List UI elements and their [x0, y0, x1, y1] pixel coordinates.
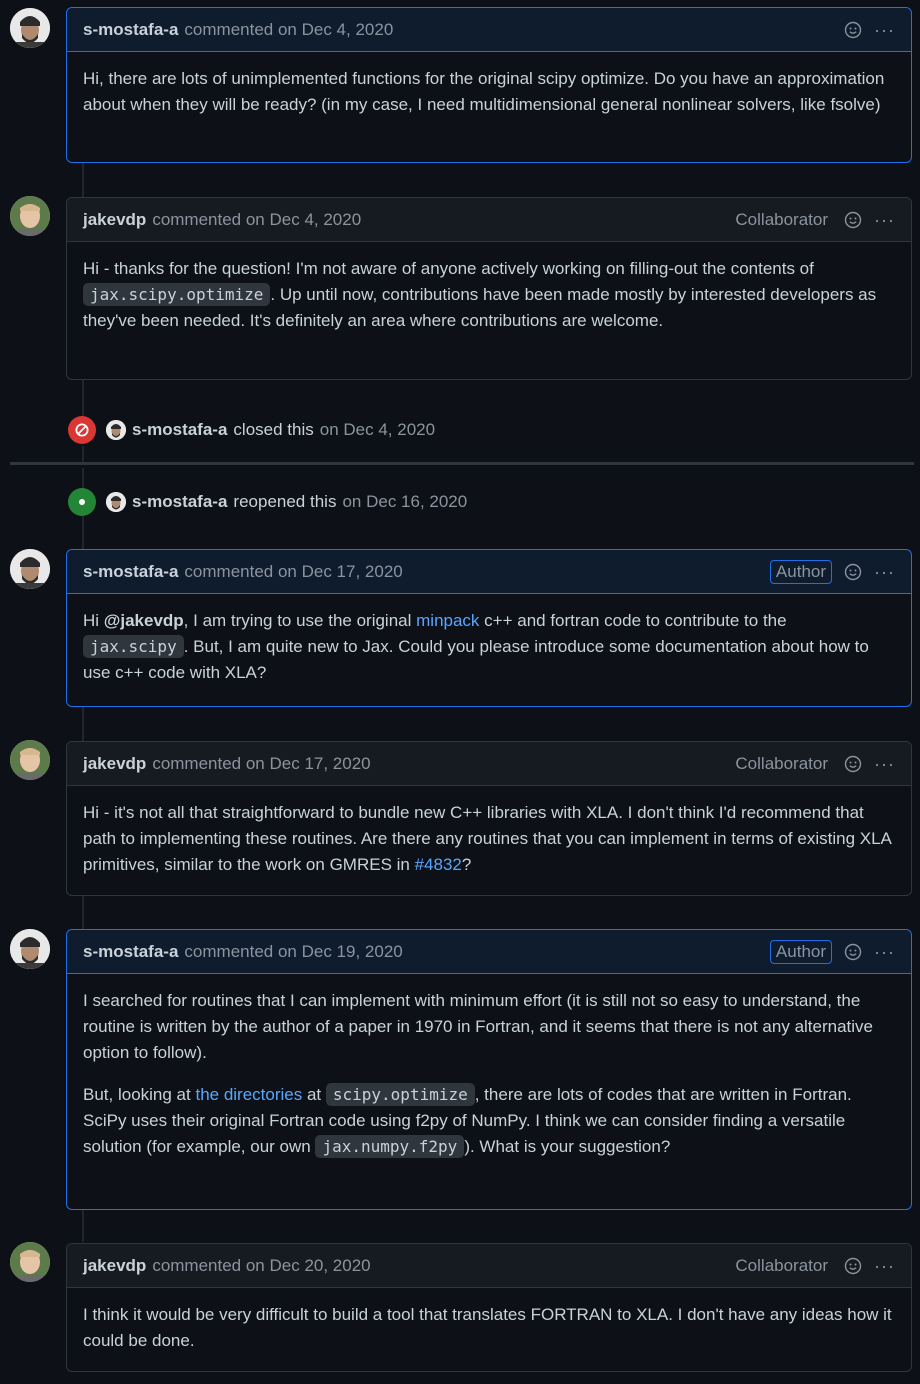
comment-header: jakevdp commented on Dec 20, 2020 Collab… [67, 1244, 911, 1288]
comment-body: I searched for routines that I can imple… [67, 974, 911, 1176]
timeline-line [82, 380, 84, 418]
closed-event: s-mostafa-a closed this on Dec 4, 2020 [68, 414, 435, 446]
comment-body: Hi - thanks for the question! I'm not aw… [67, 242, 911, 350]
comment: jakevdp commented on Dec 20, 2020 Collab… [66, 1243, 912, 1372]
user-mention[interactable]: @jakevdp [104, 611, 184, 630]
comment-body: Hi - it's not all that straightforward t… [67, 786, 911, 894]
issue-link[interactable]: #4832 [415, 855, 462, 874]
comment-text: I searched for routines that I can imple… [83, 991, 874, 1062]
text-run: . But, I am quite new to Jax. Could you … [83, 637, 869, 682]
comment-body: I think it would be very difficult to bu… [67, 1288, 911, 1370]
text-run: at [302, 1085, 326, 1104]
event-actor[interactable]: s-mostafa-a [132, 492, 227, 512]
event-action: closed this [233, 420, 314, 439]
comment: s-mostafa-a commented on Dec 19, 2020 Au… [66, 929, 912, 1210]
timeline-line [82, 446, 84, 462]
timeline-line [82, 516, 84, 550]
event-date[interactable]: on Dec 4, 2020 [320, 420, 435, 440]
smiley-icon[interactable] [844, 21, 862, 39]
timeline-divider [10, 462, 914, 465]
timeline-line [82, 896, 84, 930]
collaborator-badge: Collaborator [735, 1255, 829, 1275]
reopened-event: s-mostafa-a reopened this on Dec 16, 202… [68, 486, 467, 518]
comment-text: Hi - thanks for the question! I'm not aw… [83, 256, 895, 334]
timeline-line [82, 163, 84, 197]
smiley-icon[interactable] [844, 211, 862, 229]
text-run: ? [461, 855, 472, 874]
comment-author[interactable]: s-mostafa-a [83, 942, 178, 962]
inline-code: jax.scipy [83, 635, 184, 658]
comment-timestamp[interactable]: commented on Dec 17, 2020 [184, 562, 402, 582]
text-run: Hi - it's not all that straightforward t… [83, 803, 891, 874]
comment-author[interactable]: jakevdp [83, 210, 146, 230]
comment-text: I think it would be very difficult to bu… [83, 1305, 892, 1350]
dot-fill-icon [68, 488, 96, 516]
smiley-icon[interactable] [844, 755, 862, 773]
comment-author[interactable]: jakevdp [83, 754, 146, 774]
text-run: , I am trying to use the original [183, 611, 417, 630]
kebab-horizontal-icon[interactable]: ··· [874, 563, 895, 581]
avatar-s-mostafa-a[interactable] [10, 8, 50, 48]
comment-header: jakevdp commented on Dec 4, 2020 Collabo… [67, 198, 911, 242]
minpack-link[interactable]: minpack [416, 611, 479, 630]
kebab-horizontal-icon[interactable]: ··· [874, 943, 895, 961]
comment-timestamp[interactable]: commented on Dec 4, 2020 [152, 210, 361, 230]
timeline-line [82, 1210, 84, 1242]
comment-author[interactable]: s-mostafa-a [83, 20, 178, 40]
smiley-icon[interactable] [844, 943, 862, 961]
comment: jakevdp commented on Dec 17, 2020 Collab… [66, 741, 912, 896]
comment-timestamp[interactable]: commented on Dec 17, 2020 [152, 754, 370, 774]
avatar-jakevdp[interactable] [10, 196, 50, 236]
comment-text: Hi, there are lots of unimplemented func… [83, 69, 885, 114]
comment-text: Hi - it's not all that straightforward t… [83, 800, 895, 878]
comment-timestamp[interactable]: commented on Dec 4, 2020 [184, 20, 393, 40]
timeline-line [82, 707, 84, 741]
avatar-jakevdp[interactable] [10, 740, 50, 780]
kebab-horizontal-icon[interactable]: ··· [874, 21, 895, 39]
avatar-s-mostafa-a[interactable] [10, 929, 50, 969]
avatar-s-mostafa-a[interactable] [106, 492, 126, 512]
comment-author[interactable]: jakevdp [83, 1256, 146, 1276]
comment-header: s-mostafa-a commented on Dec 17, 2020 Au… [67, 550, 911, 594]
text-run: ). What is your suggestion? [464, 1137, 671, 1156]
inline-code: jax.scipy.optimize [83, 283, 271, 306]
comment: s-mostafa-a commented on Dec 4, 2020 ···… [66, 7, 912, 163]
comment-body: Hi @jakevdp, I am trying to use the orig… [67, 594, 911, 702]
event-date[interactable]: on Dec 16, 2020 [342, 492, 467, 512]
comment: jakevdp commented on Dec 4, 2020 Collabo… [66, 197, 912, 380]
kebab-horizontal-icon[interactable]: ··· [874, 1257, 895, 1275]
kebab-horizontal-icon[interactable]: ··· [874, 755, 895, 773]
circle-slash-icon [68, 416, 96, 444]
directories-link[interactable]: the directories [195, 1085, 302, 1104]
inline-code: jax.numpy.f2py [315, 1135, 465, 1158]
comment-header: jakevdp commented on Dec 17, 2020 Collab… [67, 742, 911, 786]
comment-text: Hi @jakevdp, I am trying to use the orig… [83, 608, 895, 686]
comment: s-mostafa-a commented on Dec 17, 2020 Au… [66, 549, 912, 707]
smiley-icon[interactable] [844, 563, 862, 581]
smiley-icon[interactable] [844, 1257, 862, 1275]
avatar-s-mostafa-a[interactable] [106, 420, 126, 440]
author-badge: Author [769, 559, 833, 584]
comment-author[interactable]: s-mostafa-a [83, 562, 178, 582]
comment-text: But, looking at the directories at scipy… [83, 1082, 895, 1160]
event-action: reopened this [233, 492, 337, 511]
collaborator-badge: Collaborator [735, 753, 829, 773]
comment-timestamp[interactable]: commented on Dec 20, 2020 [152, 1256, 370, 1276]
text-run: c++ and fortran code to contribute to th… [479, 611, 787, 630]
collaborator-badge: Collaborator [735, 209, 829, 229]
text-run: Hi [83, 611, 104, 630]
event-actor[interactable]: s-mostafa-a [132, 420, 227, 440]
avatar-jakevdp[interactable] [10, 1242, 50, 1282]
kebab-horizontal-icon[interactable]: ··· [874, 211, 895, 229]
inline-code: scipy.optimize [325, 1083, 475, 1106]
comment-timestamp[interactable]: commented on Dec 19, 2020 [184, 942, 402, 962]
comment-body: Hi, there are lots of unimplemented func… [67, 52, 911, 134]
text-run: Hi - thanks for the question! I'm not aw… [83, 259, 814, 278]
text-run: But, looking at [83, 1085, 196, 1104]
comment-header: s-mostafa-a commented on Dec 4, 2020 ··· [67, 8, 911, 52]
avatar-s-mostafa-a[interactable] [10, 549, 50, 589]
comment-header: s-mostafa-a commented on Dec 19, 2020 Au… [67, 930, 911, 974]
author-badge: Author [769, 939, 833, 964]
